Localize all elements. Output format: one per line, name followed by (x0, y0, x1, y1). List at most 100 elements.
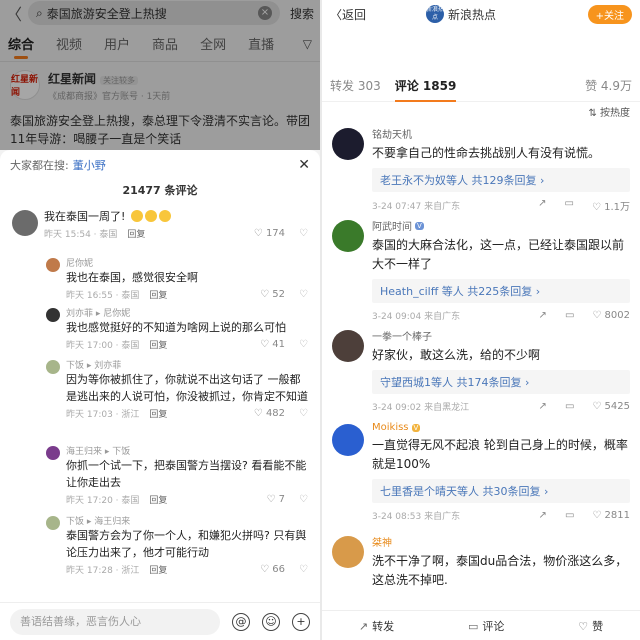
comment-input[interactable]: 善语结善缘，恶言伤人心 (10, 608, 220, 635)
avatar[interactable] (332, 128, 364, 160)
back-button[interactable]: 〈返回 (330, 6, 366, 23)
comment-icon[interactable]: ▭ (565, 401, 574, 412)
comment-author[interactable]: Moikiss (372, 422, 409, 433)
comment-icon[interactable]: ▭ (565, 510, 574, 521)
comment-author[interactable]: 一拳一个棒子 (372, 328, 432, 343)
tab-likes[interactable]: 赞 4.9万 (585, 77, 632, 94)
share-icon[interactable]: ↗ (539, 401, 547, 412)
reply-button[interactable]: 回复 (149, 563, 167, 576)
comment-text: 我也在泰国，感觉很安全啊 (66, 271, 198, 284)
searching-label: 大家都在搜: (10, 159, 69, 172)
left-screenshot: 〈 ⌕ 泰国旅游安全登上热搜 × 搜索 综合 视频 用户 商品 全网 直播 ▽ … (0, 0, 320, 640)
like-button[interactable]: ♡ 1.1万 (592, 198, 630, 213)
avatar[interactable] (46, 308, 60, 322)
comment-button[interactable]: ▭ 评论 (468, 618, 504, 634)
share-icon[interactable]: ↗ (539, 310, 547, 321)
comment-author[interactable]: 刘亦菲 ▸ 尼你妮 (66, 306, 308, 319)
avatar[interactable] (332, 220, 364, 252)
dislike-icon[interactable]: ♡ (299, 494, 308, 505)
like-button[interactable]: ♡ 66 (260, 564, 285, 575)
detail-tabs: 转发 303 评论 1859 赞 4.9万 (322, 70, 640, 102)
replies-link[interactable]: 老王永不为奴等人 共129条回复 › (372, 168, 630, 192)
smile-icon (158, 210, 171, 222)
searching-term[interactable]: 董小野 (73, 157, 106, 173)
list-item: 下饭 ▸ 海王归来 泰国警方会为了你一个人，和嫌犯火拼吗? 只有舆论压力出来了，… (0, 514, 320, 584)
comment-icon[interactable]: ▭ (565, 310, 574, 321)
like-button[interactable]: ♡ 482 (254, 408, 285, 419)
comment-text: 洗不干净了啊，泰国du品合法，物价涨这么多，这总洗不掉吧. (372, 554, 628, 587)
list-item: 桀神 洗不干净了啊，泰国du品合法，物价涨这么多，这总洗不掉吧. (322, 534, 640, 604)
list-item: 刘亦菲 ▸ 尼你妮 我也感觉挺好的不知道为啥网上说的那么可怕 昨天 17:00 … (0, 306, 320, 358)
follow-button[interactable]: +关注 (587, 4, 632, 24)
dislike-icon[interactable]: ♡ (299, 564, 308, 575)
close-icon[interactable]: ✕ (298, 157, 310, 173)
reply-button[interactable]: 回复 (149, 288, 167, 301)
avatar[interactable] (12, 210, 38, 236)
smile-icon (130, 210, 143, 222)
sort-button[interactable]: ⇅ 按热度 (322, 102, 640, 126)
comment-icon[interactable]: ▭ (564, 198, 573, 213)
avatar[interactable] (46, 446, 60, 460)
like-button[interactable]: ♡ 8002 (592, 310, 630, 321)
comment-text: 一直觉得无风不起浪 轮到自己身上的时候，概率就是100% (372, 438, 628, 471)
comment-author[interactable]: 铭劫天机 (372, 126, 412, 141)
add-icon[interactable]: + (292, 612, 310, 631)
dislike-icon[interactable]: ♡ (299, 339, 308, 350)
comment-meta: 昨天 17:03 · 浙江 (66, 410, 140, 420)
like-button[interactable]: ♡ 2811 (592, 510, 630, 521)
like-button[interactable]: ♡ 41 (260, 339, 285, 350)
dim-overlay[interactable] (0, 0, 320, 150)
comment-author[interactable]: 尼你妮 (66, 256, 308, 269)
reply-button[interactable]: 回复 (127, 227, 145, 240)
mention-icon[interactable]: @ (232, 612, 250, 631)
dislike-icon[interactable]: ♡ (299, 289, 308, 300)
list-item: 海王归来 ▸ 下饭 你抓一个试一下，把泰国警方当摆设? 看看能不能让你走出去 昨… (0, 444, 320, 514)
vip-badge-icon: V (411, 423, 421, 432)
comment-meta: 昨天 17:28 · 浙江 (66, 566, 140, 576)
comment-author[interactable]: 下饭 ▸ 刘亦菲 (66, 358, 308, 371)
comment-text: 好家伙，敢这么洗，给的不少啊 (372, 348, 541, 362)
avatar[interactable] (46, 360, 60, 374)
like-button[interactable]: ♡ 赞 (578, 618, 603, 634)
like-button[interactable]: ♡ 52 (260, 289, 285, 300)
avatar[interactable] (46, 516, 60, 530)
comment-author[interactable]: 阿武时间 (372, 218, 412, 233)
dislike-icon[interactable]: ♡ (299, 408, 308, 419)
avatar[interactable] (46, 258, 60, 272)
like-button[interactable]: ♡ 7 (267, 494, 286, 505)
vip-badge-icon: V (415, 221, 424, 230)
avatar[interactable] (332, 330, 364, 362)
comment-meta: 昨天 16:55 · 泰国 (66, 291, 140, 301)
like-button[interactable]: ♡ 174 (254, 228, 285, 239)
right-screenshot: 〈返回 新浪热点 新浪热点 +关注 转发 303 评论 1859 赞 4.9万 … (322, 0, 640, 640)
avatar[interactable] (332, 536, 364, 568)
replies-link[interactable]: Heath_cilff 等人 共225条回复 › (372, 279, 630, 303)
tab-repost[interactable]: 转发 303 (330, 77, 381, 94)
replies-link[interactable]: 守望西城1等人 共174条回复 › (372, 370, 630, 394)
comment-author[interactable]: 海王归来 ▸ 下饭 (66, 444, 308, 457)
sina-logo-icon: 新浪热点 (426, 5, 445, 23)
replies-link[interactable]: 七里香是个晴天等人 共30条回复 › (372, 479, 630, 503)
tab-comment[interactable]: 评论 1859 (394, 77, 456, 102)
repost-button[interactable]: ↗ 转发 (359, 618, 394, 634)
comment-meta: 3-24 09:04 来自广东 (372, 312, 461, 322)
reply-button[interactable]: 回复 (149, 338, 167, 351)
top-bar: 〈返回 新浪热点 新浪热点 +关注 (322, 0, 640, 28)
page-title: 新浪热点 (448, 7, 497, 22)
reply-button[interactable]: 回复 (149, 407, 167, 420)
emoji-icon[interactable]: ☺ (262, 612, 280, 631)
comment-text: 不要拿自己的性命去挑战别人有没有说慌。 (372, 146, 601, 160)
list-item: 铭劫天机 不要拿自己的性命去挑战别人有没有说慌。 老王永不为奴等人 共129条回… (322, 126, 640, 218)
comment-author[interactable]: 桀神 (372, 534, 392, 549)
share-icon[interactable]: ↗ (538, 198, 546, 213)
comment-meta: 昨天 15:54 · 泰国 (44, 230, 118, 240)
share-icon[interactable]: ↗ (539, 510, 547, 521)
reply-button[interactable]: 回复 (149, 493, 167, 506)
comment-input-bar: 善语结善缘，恶言伤人心 @ ☺ + (0, 602, 320, 640)
avatar[interactable] (332, 424, 364, 456)
comment-author[interactable]: 下饭 ▸ 海王归来 (66, 514, 308, 527)
like-button[interactable]: ♡ 5425 (592, 401, 630, 412)
dislike-icon[interactable]: ♡ (299, 228, 308, 239)
comment-text: 我在泰国一周了! (44, 210, 126, 223)
comment-meta: 3-24 08:53 来自广东 (372, 512, 461, 522)
